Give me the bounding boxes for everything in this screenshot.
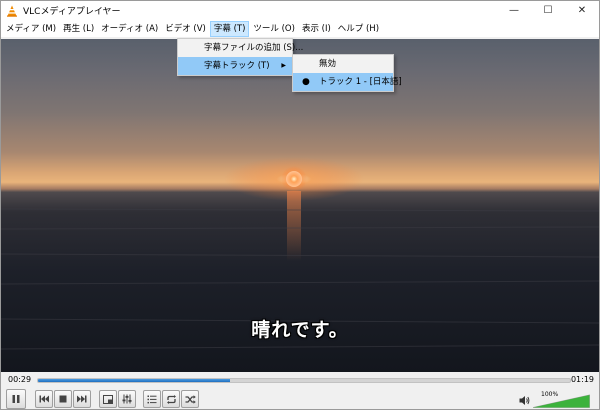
skip-back-icon	[39, 395, 49, 403]
fullscreen-button[interactable]	[99, 390, 117, 408]
previous-button[interactable]	[35, 390, 53, 408]
pause-button[interactable]	[6, 389, 26, 409]
playlist-icon	[147, 395, 157, 403]
shuffle-button[interactable]	[181, 390, 199, 408]
pause-icon	[12, 395, 20, 403]
total-time: 01:19	[570, 375, 594, 384]
speaker-icon[interactable]	[519, 395, 530, 406]
playlist-button[interactable]	[143, 390, 161, 408]
loop-button[interactable]	[162, 390, 180, 408]
control-bar: 100%	[1, 388, 599, 409]
menu-help[interactable]: ヘルプ (H)	[335, 21, 382, 37]
menu-playback[interactable]: 再生 (L)	[60, 21, 97, 37]
menu-view[interactable]: 表示 (I)	[299, 21, 334, 37]
title-bar: VLCメディアプレイヤー — ☐ ✕	[1, 1, 599, 20]
shuffle-icon	[185, 394, 196, 404]
close-button[interactable]: ✕	[565, 1, 599, 20]
vlc-window: VLCメディアプレイヤー — ☐ ✕ メディア (M) 再生 (L) オーディオ…	[0, 0, 600, 410]
menu-media[interactable]: メディア (M)	[3, 21, 59, 37]
menu-subtitle[interactable]: 字幕 (T)	[209, 20, 250, 37]
menu-item-label: 無効	[319, 59, 337, 69]
seek-area: 00:29 01:19	[1, 372, 599, 388]
vlc-cone-icon	[7, 5, 17, 17]
next-button[interactable]	[73, 390, 91, 408]
seek-slider[interactable]	[37, 378, 571, 383]
stop-button[interactable]	[54, 390, 72, 408]
selected-bullet-icon: ●	[302, 77, 310, 87]
skip-forward-icon	[77, 395, 87, 403]
minimize-button[interactable]: —	[497, 1, 531, 20]
subtitle-track-submenu: 無効 ● トラック 1 - [日本語]	[292, 54, 402, 92]
loop-icon	[166, 394, 176, 404]
menu-item-label: 字幕ファイルの追加 (S)...	[204, 43, 304, 53]
equalizer-icon	[122, 394, 132, 404]
menu-item-add-subtitle-file[interactable]: 字幕ファイルの追加 (S)...	[178, 39, 303, 57]
submenu-arrow-icon: ▶	[281, 62, 286, 69]
menu-bar: メディア (M) 再生 (L) オーディオ (A) ビデオ (V) 字幕 (T)…	[1, 20, 599, 38]
seek-progress-fill	[38, 379, 230, 382]
extended-settings-button[interactable]	[118, 390, 136, 408]
maximize-button[interactable]: ☐	[531, 1, 565, 20]
window-title: VLCメディアプレイヤー	[23, 7, 121, 17]
subtitle-dropdown-menu: 字幕ファイルの追加 (S)... 字幕トラック (T) ▶	[177, 38, 303, 76]
fullscreen-icon	[103, 394, 113, 404]
menu-item-subtitle-track[interactable]: 字幕トラック (T) ▶	[178, 57, 292, 75]
window-controls: — ☐ ✕	[497, 1, 599, 20]
menu-item-label: トラック 1 - [日本語]	[319, 77, 402, 87]
menu-item-label: 字幕トラック (T)	[204, 61, 270, 71]
menu-video[interactable]: ビデオ (V)	[162, 21, 209, 37]
menu-tools[interactable]: ツール (O)	[250, 21, 298, 37]
menu-item-track-disabled[interactable]: 無効	[293, 55, 393, 73]
stop-icon	[59, 395, 67, 403]
elapsed-time: 00:29	[8, 375, 32, 384]
menu-audio[interactable]: オーディオ (A)	[98, 21, 161, 37]
menu-item-track-1[interactable]: ● トラック 1 - [日本語]	[293, 73, 402, 91]
volume-slider[interactable]	[533, 394, 590, 408]
subtitle-text: 晴れです。	[251, 319, 349, 341]
